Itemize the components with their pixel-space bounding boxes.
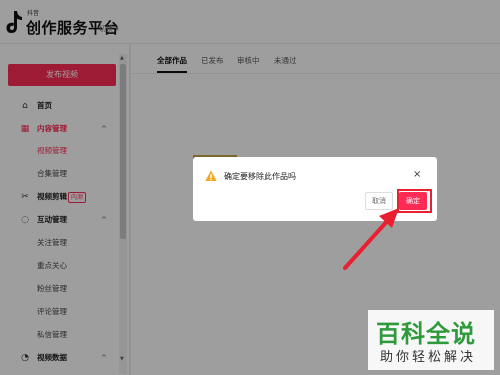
watermark-subtitle: 助你轻松解决 — [380, 350, 477, 365]
warning-icon — [205, 170, 217, 181]
close-icon[interactable]: × — [413, 169, 421, 180]
dialog-message: 确定要移除此作品吗 — [224, 172, 296, 181]
cancel-button[interactable]: 取消 — [365, 192, 393, 210]
watermark-title: 百科全说 — [376, 320, 476, 348]
annotation-highlight-box — [397, 189, 432, 213]
watermark: 百科全说 助你轻松解决 — [368, 310, 494, 370]
